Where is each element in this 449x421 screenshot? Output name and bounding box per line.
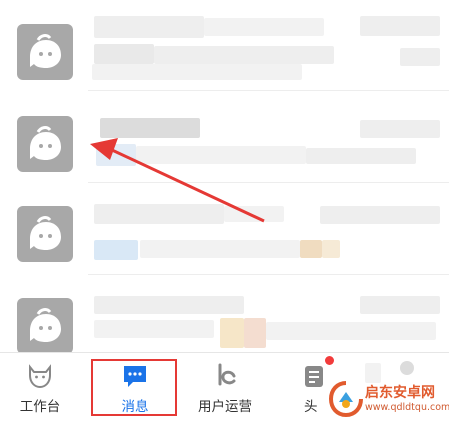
watermark-url: www.qdldtqu.com [365, 402, 449, 413]
watermark-logo-icon [328, 381, 363, 418]
watermark: 启东安卓网 www.qdldtqu.com [327, 378, 449, 420]
tab-user-ops[interactable]: 用户运营 [190, 353, 260, 421]
highlight-box [91, 359, 177, 416]
watermark-title: 启东安卓网 [365, 385, 435, 401]
tab-label: 工作台 [19, 399, 61, 415]
document-icon [305, 366, 323, 387]
cow-icon [29, 364, 51, 389]
tab-workbench[interactable]: 工作台 [10, 353, 70, 421]
tab-label: 用户运营 [198, 399, 252, 415]
notification-dot [325, 356, 334, 365]
user-ops-icon [218, 363, 236, 386]
